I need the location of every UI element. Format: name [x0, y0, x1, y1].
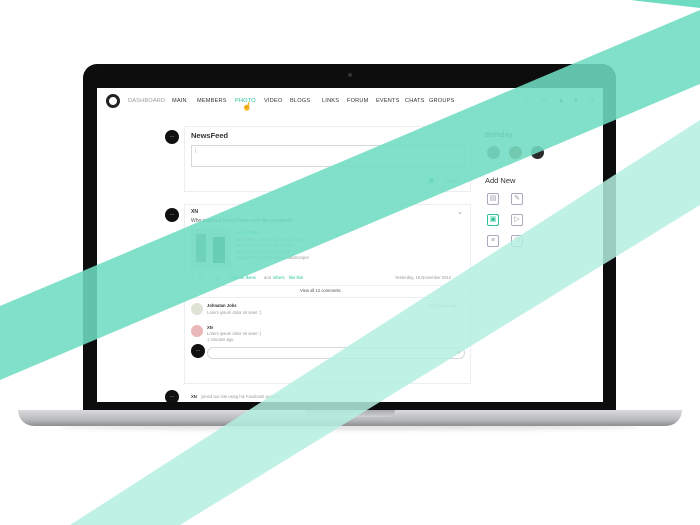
media-line: at faucibus id, molestie et eros.: [236, 243, 294, 248]
heart-icon[interactable]: ♡: [191, 275, 195, 280]
post-button[interactable]: POST: [447, 179, 458, 184]
view-all-comments-link[interactable]: View all 12 comments: [300, 288, 341, 293]
media-line: Subject: Proin diam metus, ullamcorper: [236, 255, 310, 260]
post-date: Yesterday, 16 November 2012: [395, 275, 452, 280]
comment-icon[interactable]: ▱: [208, 275, 211, 280]
pointer-cursor-icon: ☝: [242, 102, 252, 111]
media-title[interactable]: Harry Potter: [236, 230, 259, 235]
avatar[interactable]: [191, 325, 203, 337]
post-text: joined our site using his Facebook accou…: [201, 394, 282, 399]
status-textarea[interactable]: |: [191, 145, 465, 167]
camera-icon: [348, 73, 352, 77]
nav-members[interactable]: MEMBERS: [197, 98, 227, 104]
scene: DASHBOARD MAIN MEMBERS PHOTO VIDEO BLOGS…: [0, 0, 700, 525]
add-new-title: Add New: [485, 176, 516, 185]
nav-dashboard[interactable]: DASHBOARD: [128, 98, 165, 104]
avatar[interactable]: [191, 303, 203, 315]
comment-author[interactable]: XN: [207, 325, 213, 330]
liked-by-and: and: [264, 275, 271, 280]
bell-icon[interactable]: ▲: [558, 98, 564, 104]
nav-main[interactable]: MAIN: [172, 98, 187, 104]
post-card: XN Who watched Harry Potter over the wee…: [184, 204, 471, 384]
avatar[interactable]: ⋯: [165, 130, 179, 144]
screen: DASHBOARD MAIN MEMBERS PHOTO VIDEO BLOGS…: [97, 88, 603, 402]
media-line: Description: Aenean sit risus, viverra: [236, 237, 304, 242]
laptop-base: [18, 410, 682, 426]
group-icon[interactable]: ⚇: [511, 235, 523, 247]
nav-links[interactable]: LINKS: [322, 98, 339, 104]
stripe: [630, 0, 700, 8]
nav-forum[interactable]: FORUM: [347, 98, 369, 104]
avatar[interactable]: [509, 146, 522, 159]
comments-count: 12: [215, 275, 220, 280]
laptop-notch: [305, 410, 395, 417]
avatar[interactable]: ⋯: [165, 208, 179, 222]
comment-text: Lorem ipsum dolor sit amet :): [207, 310, 262, 315]
divider: [185, 297, 470, 298]
status-icon[interactable]: ▤: [487, 193, 499, 205]
avatar[interactable]: [487, 146, 500, 159]
nav-video[interactable]: VIDEO: [264, 98, 282, 104]
friends-icon[interactable]: ⚇: [589, 98, 595, 104]
post-author[interactable]: XN: [191, 209, 198, 215]
camera-upload-icon[interactable]: ◙: [429, 176, 434, 185]
laptop-lid: DASHBOARD MAIN MEMBERS PHOTO VIDEO BLOGS…: [83, 64, 616, 410]
logo-icon[interactable]: [106, 94, 120, 108]
comment-text: Lorem ipsum dolor sit amet :): [207, 331, 262, 336]
liked-by-suffix: like this: [289, 275, 303, 280]
video-icon[interactable]: ▷: [511, 214, 523, 226]
birthday-title: Birthday: [485, 130, 513, 139]
photo-icon[interactable]: ▣: [487, 214, 499, 226]
nav-events[interactable]: EVENTS: [376, 98, 400, 104]
search-icon[interactable]: ○: [526, 98, 532, 104]
chat-icon[interactable]: ≡: [487, 235, 499, 247]
post-text: Who watched Harry Potter over the weeken…: [191, 218, 294, 224]
avatar: ⋯: [191, 344, 205, 358]
user-icon[interactable]: ●: [574, 98, 580, 104]
comment-time: 30 minutes ago: [429, 303, 458, 308]
likes-count: 15: [198, 275, 203, 280]
pen-icon[interactable]: ✎: [511, 193, 523, 205]
liked-by-names[interactable]: Sabrina, Ikene: [229, 275, 256, 280]
post-author[interactable]: XN: [191, 394, 197, 399]
newsfeed-title: NewsFeed: [191, 131, 229, 140]
emoji-icon[interactable]: ●: [457, 349, 461, 356]
nav-blogs[interactable]: BLOGS: [290, 98, 310, 104]
newsfeed-card: NewsFeed | ◙ POST: [184, 126, 471, 192]
media-line: Ullamco laboris nisi ut aliquip: [236, 249, 290, 254]
top-nav: DASHBOARD MAIN MEMBERS PHOTO VIDEO BLOGS…: [97, 88, 603, 114]
nav-groups[interactable]: GROUPS: [429, 98, 454, 104]
text-caret: |: [195, 148, 197, 153]
comment-author[interactable]: Johnatan Jobs: [207, 303, 237, 308]
comment-input[interactable]: ●: [207, 347, 465, 359]
chevron-down-icon[interactable]: ⌄: [457, 208, 463, 216]
avatar[interactable]: [531, 146, 544, 159]
avatar[interactable]: ⋯: [165, 390, 179, 402]
divider: [185, 285, 470, 286]
nav-chats[interactable]: CHATS: [405, 98, 425, 104]
media-thumbnail[interactable]: [191, 229, 231, 269]
comment-time: 1 minutes ago: [207, 337, 234, 342]
liked-by-others[interactable]: others: [273, 275, 285, 280]
messages-icon[interactable]: ▭: [541, 98, 547, 104]
